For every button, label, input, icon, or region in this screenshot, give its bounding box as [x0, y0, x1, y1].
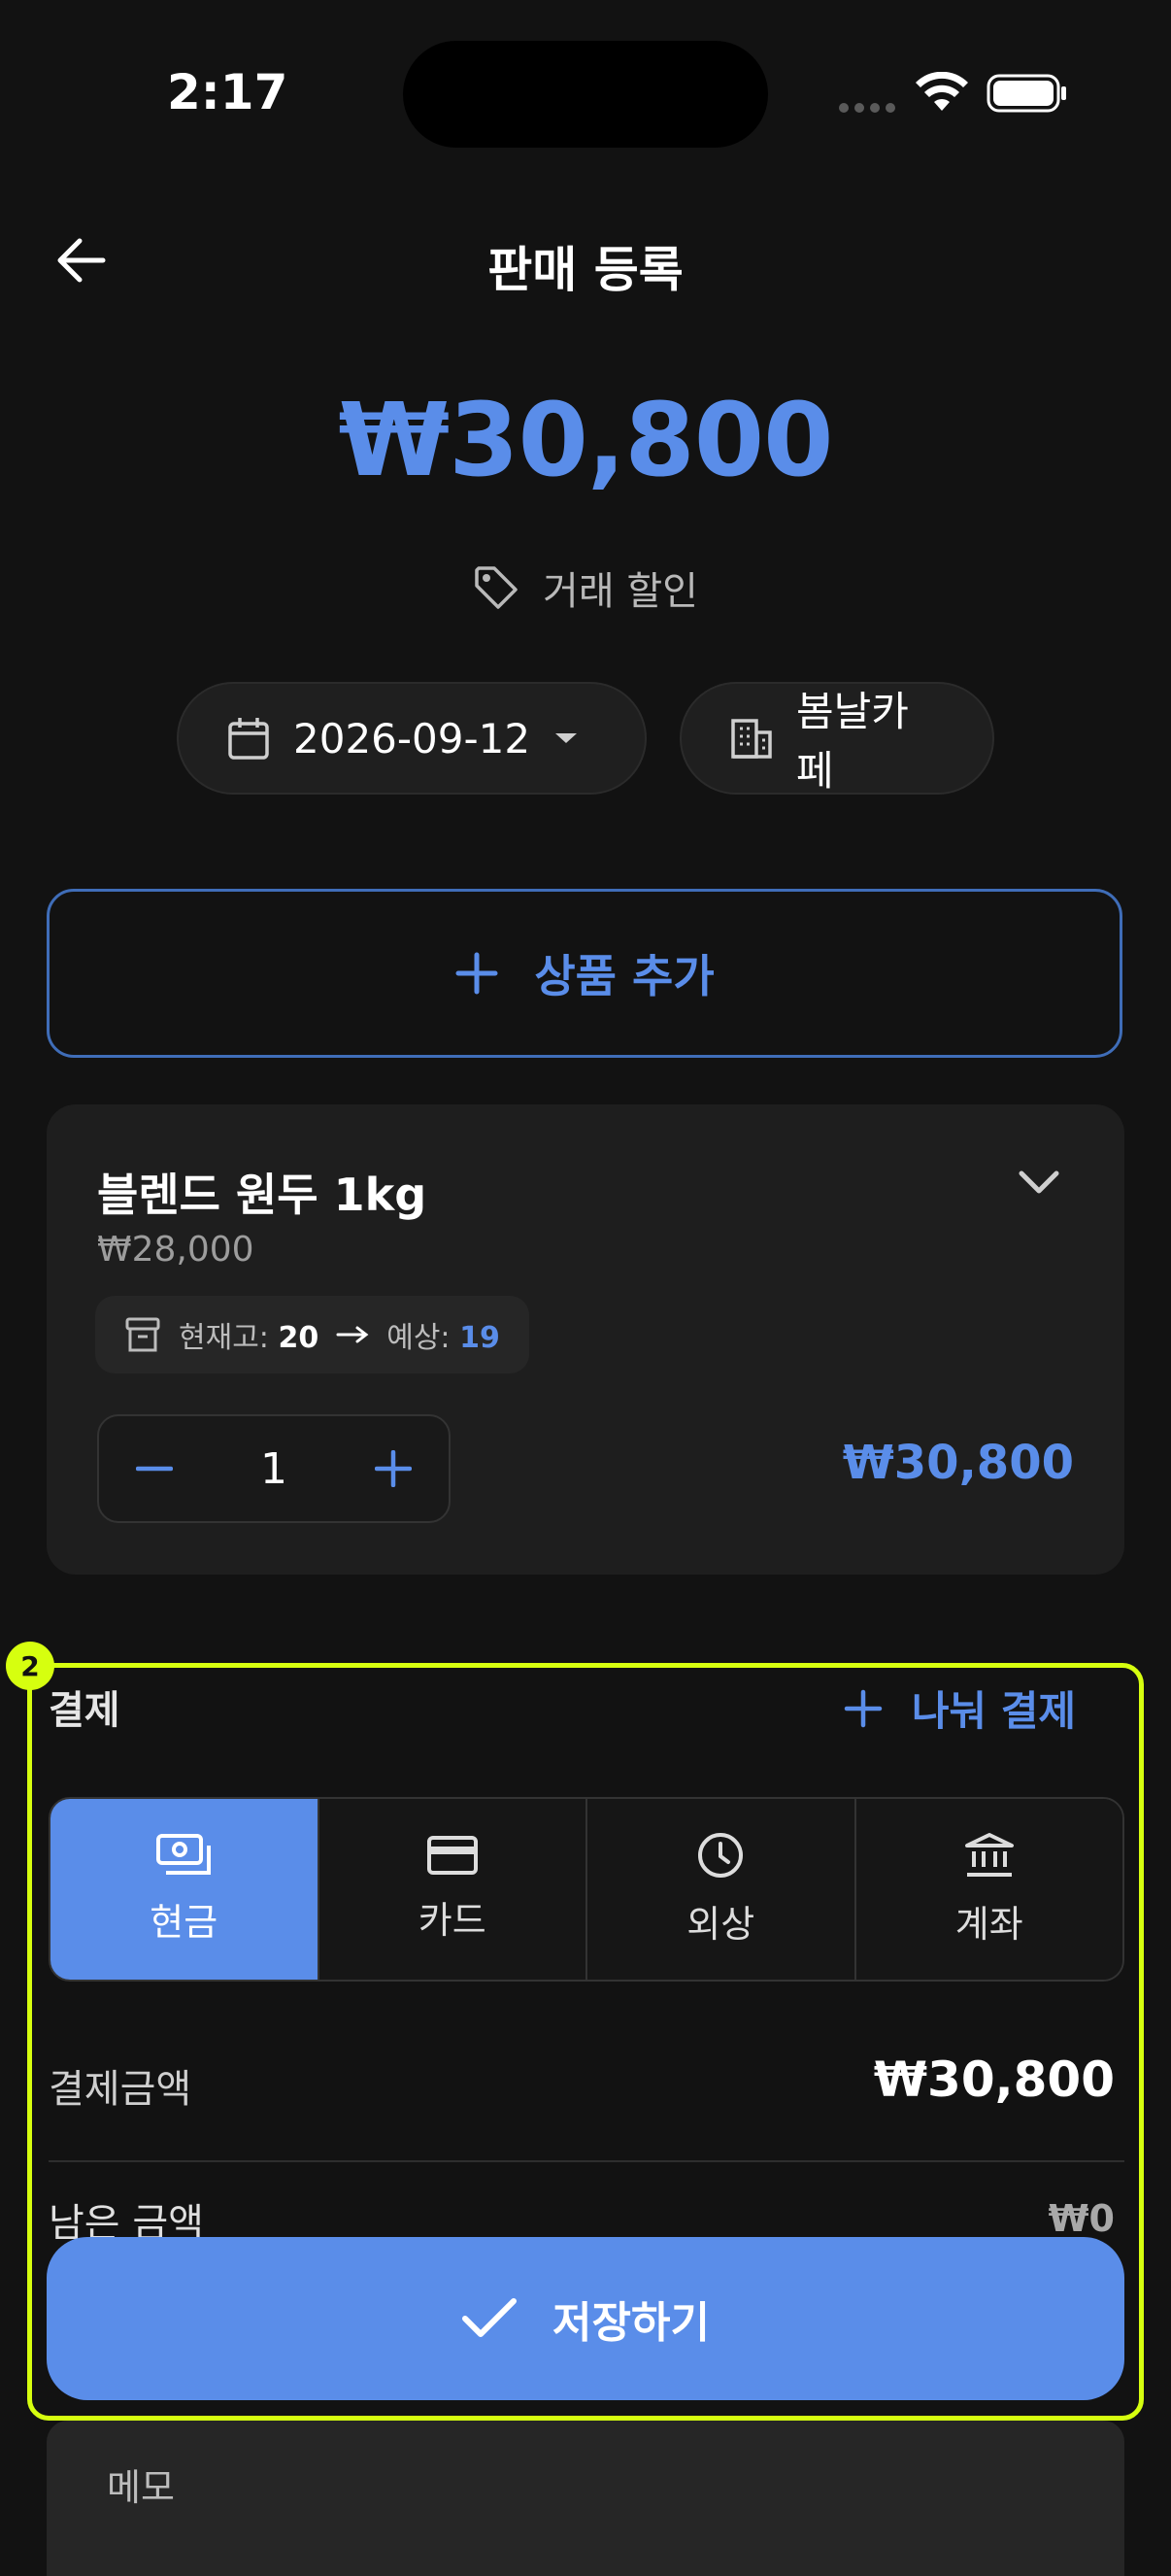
memo-field[interactable] — [47, 2421, 1124, 2576]
dropdown-caret-icon — [553, 731, 579, 745]
building-icon — [730, 717, 773, 760]
stock-expected-value: 19 — [459, 1321, 500, 1355]
cellular-signal-icon — [839, 103, 895, 113]
tag-icon — [473, 564, 519, 611]
memo-label: 메모 — [107, 2466, 175, 2509]
highlight-frame — [27, 1663, 1144, 2421]
chevron-down-icon[interactable] — [1018, 1169, 1060, 1197]
product-unit-price: ₩28,000 — [97, 1230, 254, 1270]
product-name: 블렌드 원두 1kg — [97, 1169, 427, 1221]
plus-icon[interactable] — [375, 1450, 412, 1487]
stock-info: 현재고: 20 예상: 19 — [95, 1296, 529, 1373]
dynamic-island — [403, 41, 768, 148]
line-total: ₩30,800 — [842, 1436, 1074, 1490]
date-picker[interactable]: 2026-09-12 — [177, 682, 647, 795]
store-name: 봄날카페 — [796, 688, 909, 795]
battery-icon — [987, 72, 1068, 115]
stock-expected-label: 예상: — [386, 1321, 451, 1355]
wifi-icon — [915, 72, 969, 113]
store-selector[interactable]: 봄날카페 — [680, 682, 994, 795]
add-product-button[interactable]: 상품 추가 — [47, 889, 1122, 1058]
calendar-icon — [227, 716, 270, 761]
inventory-box-icon — [124, 1316, 161, 1353]
stock-current-label: 현재고: — [179, 1321, 269, 1355]
page-title: 판매 등록 — [487, 242, 684, 298]
add-product-label: 상품 추가 — [534, 950, 715, 1002]
annotation-badge: 2 — [6, 1642, 54, 1690]
total-amount: ₩30,800 — [338, 381, 833, 499]
minus-icon[interactable] — [136, 1465, 173, 1473]
plus-icon — [454, 951, 499, 996]
arrow-right-icon — [336, 1325, 369, 1344]
discount-button[interactable]: 거래 할인 — [0, 559, 1171, 616]
date-value: 2026-09-12 — [293, 714, 531, 763]
quantity-value: 1 — [260, 1443, 287, 1494]
status-time: 2:17 — [167, 64, 288, 120]
stock-current-value: 20 — [278, 1321, 319, 1355]
discount-label: 거래 할인 — [543, 569, 698, 614]
quantity-stepper[interactable]: 1 — [97, 1414, 451, 1523]
